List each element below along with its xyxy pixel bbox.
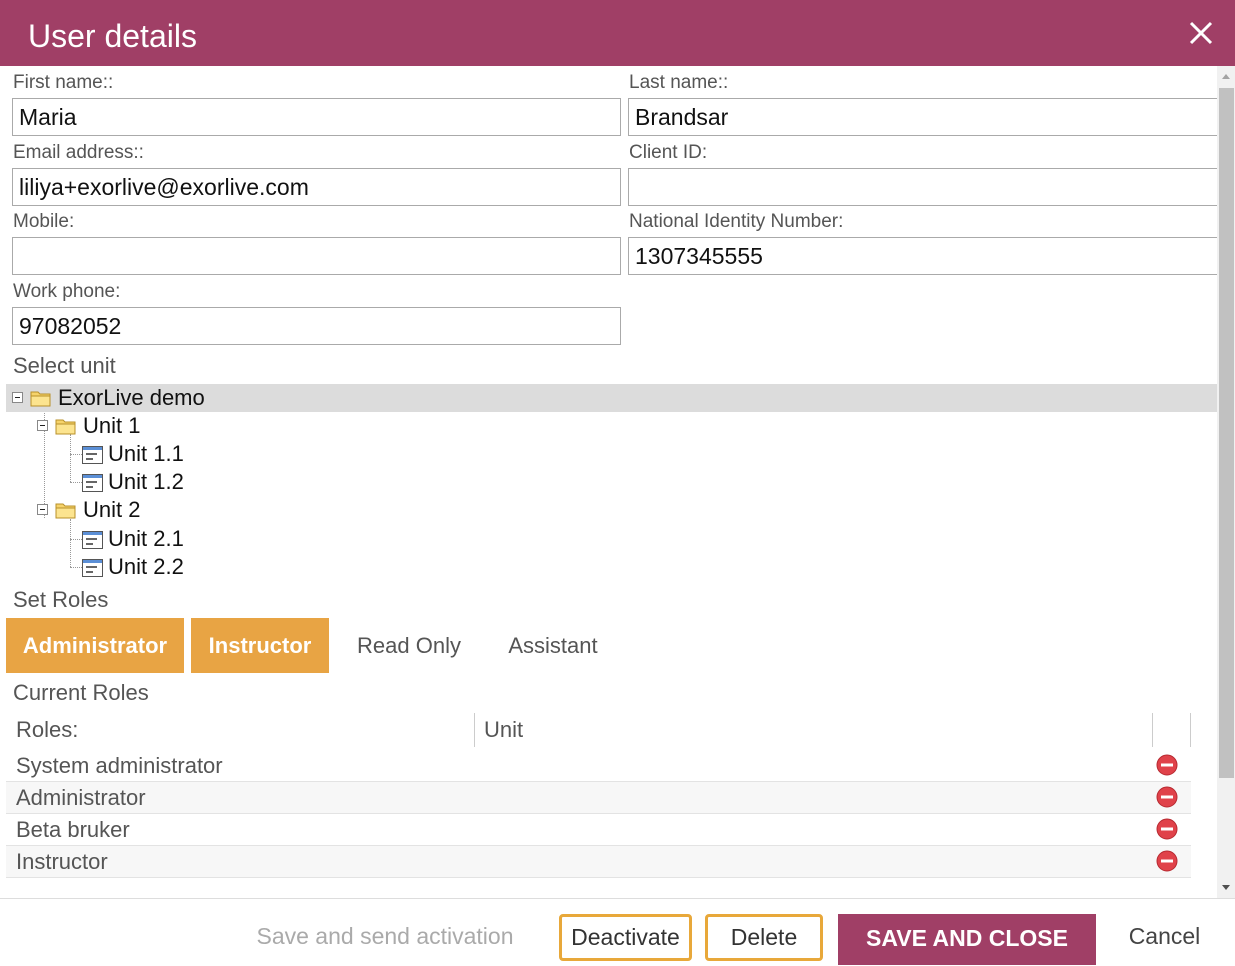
- scrollbar-thumb[interactable]: [1219, 88, 1234, 778]
- role-instructor-button[interactable]: Instructor: [191, 618, 329, 673]
- last-name-field[interactable]: Brandsar: [628, 98, 1217, 136]
- dialog-footer: Save and send activation Deactivate Dele…: [0, 898, 1235, 966]
- table-header: Roles: Unit: [6, 711, 1191, 749]
- tree-node-subunit[interactable]: Unit 1.1: [6, 440, 406, 468]
- column-header-roles[interactable]: Roles:: [6, 711, 474, 749]
- tree-node-label: ExorLive demo: [58, 385, 205, 410]
- folder-icon: [55, 419, 76, 435]
- deactivate-button[interactable]: Deactivate: [559, 914, 692, 961]
- client-id-label: Client ID:: [629, 142, 708, 163]
- tree-node-label: Unit 2.2: [108, 554, 184, 579]
- scroll-up-icon[interactable]: [1222, 74, 1230, 79]
- remove-icon[interactable]: [1156, 786, 1178, 808]
- work-phone-field[interactable]: 97082052: [12, 307, 621, 345]
- email-field[interactable]: liliya+exorlive@exorlive.com: [12, 168, 621, 206]
- remove-icon[interactable]: [1156, 850, 1178, 872]
- tree-node-label: Unit 1.2: [108, 469, 184, 494]
- unit-icon: [82, 446, 103, 464]
- dialog-title: User details: [28, 18, 197, 54]
- work-phone-label: Work phone:: [13, 281, 121, 302]
- first-name-field[interactable]: Maria: [12, 98, 621, 136]
- tree-node-label: Unit 2.1: [108, 526, 184, 551]
- scroll-down-icon[interactable]: [1222, 885, 1230, 890]
- set-roles-heading: Set Roles: [13, 587, 109, 612]
- tree-node-label: Unit 2: [83, 497, 141, 522]
- table-row: Beta bruker: [6, 814, 1191, 846]
- cancel-button[interactable]: Cancel: [1112, 914, 1217, 961]
- tree-node-unit[interactable]: Unit 2: [6, 496, 406, 524]
- client-id-field[interactable]: [628, 168, 1217, 206]
- close-icon[interactable]: [1185, 17, 1217, 49]
- select-unit-heading: Select unit: [13, 353, 116, 378]
- mobile-field[interactable]: [12, 237, 621, 275]
- tree-node-unit[interactable]: Unit 1: [6, 412, 406, 440]
- email-label: Email address::: [13, 142, 144, 163]
- tree-node-label: Unit 1: [83, 413, 141, 438]
- first-name-label: First name::: [13, 72, 114, 93]
- remove-icon[interactable]: [1156, 754, 1178, 776]
- collapse-icon[interactable]: [37, 504, 48, 515]
- tree-node-subunit[interactable]: Unit 2.1: [6, 525, 406, 553]
- unit-icon: [82, 474, 103, 492]
- role-cell: System administrator: [16, 753, 223, 778]
- table-row: System administrator: [6, 750, 1191, 782]
- current-roles-heading: Current Roles: [13, 680, 149, 705]
- folder-icon: [55, 503, 76, 519]
- national-id-label: National Identity Number:: [629, 211, 844, 232]
- save-and-close-button[interactable]: SAVE AND CLOSE: [838, 914, 1096, 965]
- tree-node-label: Unit 1.1: [108, 441, 184, 466]
- role-cell: Instructor: [16, 849, 108, 874]
- dialog-header: User details: [0, 0, 1235, 66]
- folder-icon: [30, 391, 51, 407]
- table-row: Administrator: [6, 782, 1191, 814]
- collapse-icon[interactable]: [12, 392, 23, 403]
- save-and-send-activation-button[interactable]: Save and send activation: [240, 914, 530, 961]
- delete-button[interactable]: Delete: [705, 914, 823, 961]
- role-assistant-button[interactable]: Assistant: [488, 618, 618, 673]
- role-cell: Administrator: [16, 785, 146, 810]
- role-cell: Beta bruker: [16, 817, 130, 842]
- remove-icon[interactable]: [1156, 818, 1178, 840]
- dialog-content: First name:: Maria Last name:: Brandsar …: [0, 66, 1217, 898]
- column-header-unit[interactable]: Unit: [474, 711, 1152, 749]
- unit-icon: [82, 531, 103, 549]
- national-id-field[interactable]: 1307345555: [628, 237, 1217, 275]
- role-administrator-button[interactable]: Administrator: [6, 618, 184, 673]
- collapse-icon[interactable]: [37, 420, 48, 431]
- vertical-scrollbar[interactable]: [1217, 66, 1235, 898]
- tree-node-subunit[interactable]: Unit 1.2: [6, 468, 406, 496]
- mobile-label: Mobile:: [13, 211, 75, 232]
- role-read-only-button[interactable]: Read Only: [340, 618, 478, 673]
- table-row: Instructor: [6, 846, 1191, 878]
- tree-node-root[interactable]: ExorLive demo: [6, 384, 1217, 412]
- unit-icon: [82, 559, 103, 577]
- tree-node-subunit[interactable]: Unit 2.2: [6, 553, 406, 581]
- last-name-label: Last name::: [629, 72, 729, 93]
